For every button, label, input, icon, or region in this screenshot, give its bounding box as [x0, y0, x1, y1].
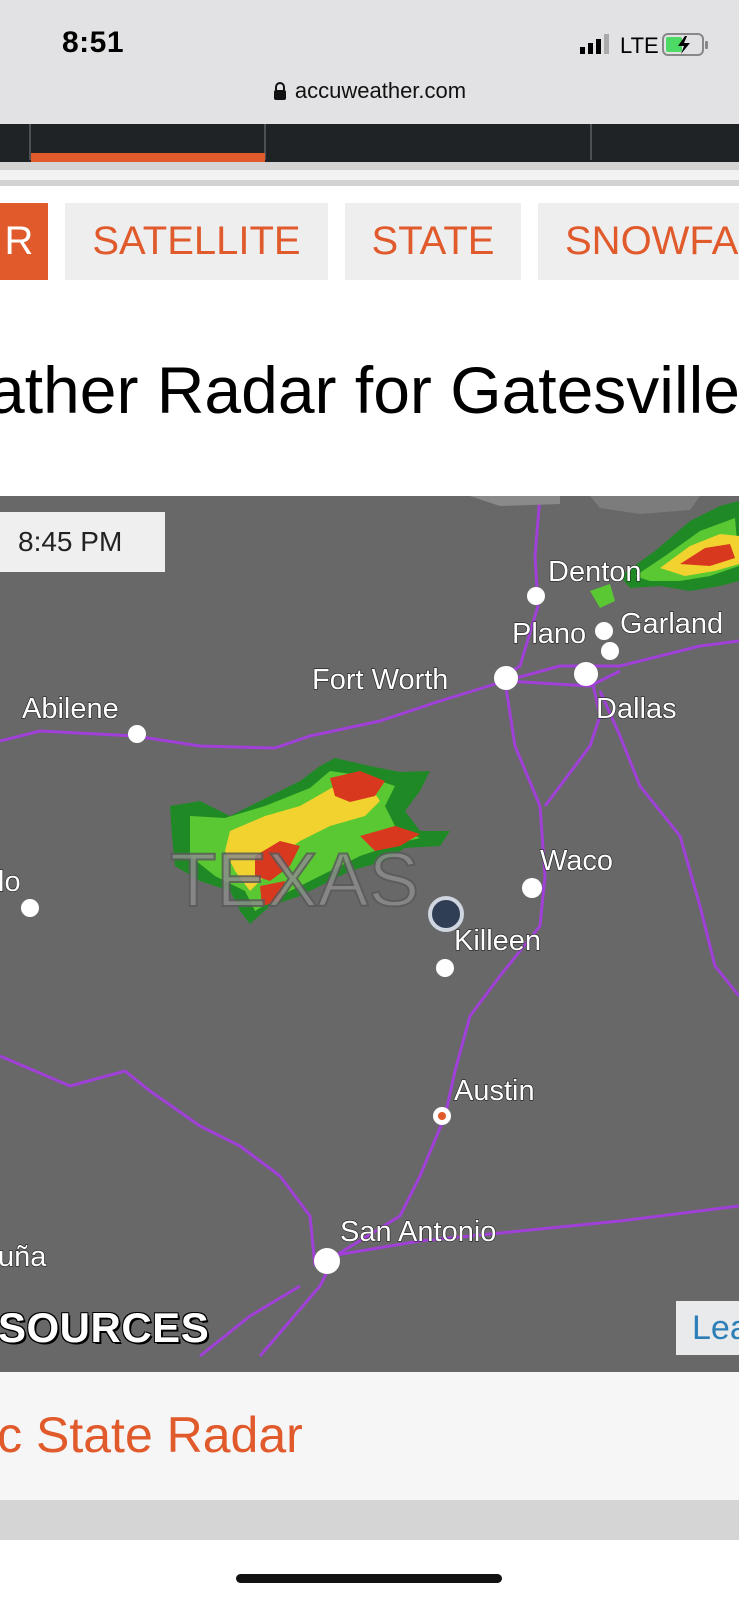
city-label: San Antonio: [340, 1216, 496, 1248]
tab-satellite[interactable]: SATELLITE: [65, 203, 328, 280]
battery-charging-icon: [662, 33, 708, 56]
tab-state[interactable]: STATE: [345, 203, 521, 280]
city-label: Dallas: [596, 693, 677, 725]
cell-signal-icon: [580, 34, 609, 54]
tab-snowfall[interactable]: SNOWFA: [538, 203, 739, 280]
map-region-label: TEXAS: [170, 838, 419, 923]
nav-active-indicator: [31, 153, 265, 162]
status-bar: 8:51 LTE accuweather.com: [0, 0, 739, 132]
city-label: Fort Worth: [312, 664, 448, 696]
home-indicator[interactable]: [236, 1574, 502, 1583]
nav-divider-line: [0, 170, 739, 180]
top-navigation: [0, 124, 739, 162]
tab-radar[interactable]: R: [0, 203, 48, 280]
city-label: Waco: [540, 845, 613, 877]
radar-map[interactable]: TEXAS Denton Plano Garland Fort Worth Da…: [0, 496, 739, 1372]
next-section-peek: [0, 1540, 739, 1600]
section-divider: [0, 1500, 739, 1540]
city-label: Killeen: [454, 925, 541, 957]
sources-label[interactable]: SOURCES: [0, 1304, 209, 1352]
map-attribution-link[interactable]: Lea: [676, 1301, 739, 1355]
address-bar[interactable]: accuweather.com: [0, 78, 739, 104]
city-label: uña: [0, 1241, 47, 1273]
page-title: ather Radar for Gatesville: [0, 353, 739, 427]
city-label: Austin: [454, 1075, 535, 1107]
map-canvas[interactable]: TEXAS Denton Plano Garland Fort Worth Da…: [0, 496, 739, 1372]
lock-icon: [273, 82, 286, 100]
nav-separator: [590, 124, 592, 160]
city-label: Plano: [512, 618, 586, 650]
city-label: Abilene: [22, 693, 119, 725]
radar-timestamp: 8:45 PM: [0, 512, 165, 572]
network-type: LTE: [620, 33, 659, 58]
city-label: Denton: [548, 556, 642, 588]
city-label: Garland: [620, 608, 723, 640]
clock: 8:51: [62, 26, 125, 59]
url-text: accuweather.com: [294, 78, 467, 103]
state-radar-link[interactable]: ic State Radar: [0, 1406, 303, 1464]
city-label: lo: [0, 866, 21, 898]
